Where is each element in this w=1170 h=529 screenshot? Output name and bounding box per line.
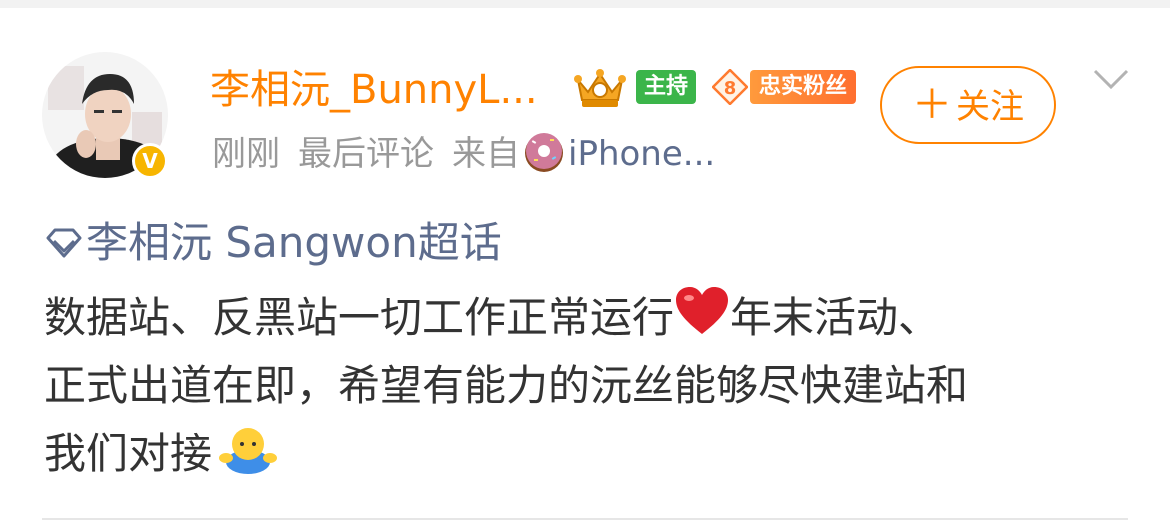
verified-badge: V [132,143,168,179]
content-line-1: 数据站、反黑站一切工作正常运行 年末活动、 [44,284,1134,352]
donut-icon [525,133,563,172]
hug-emoji [219,428,278,474]
plus-icon: ＋ [912,82,952,128]
host-badge[interactable]: 主持 [636,70,696,104]
chevron-down-icon[interactable] [1092,66,1130,92]
heart-emoji [676,287,729,334]
post-time: 刚刚 [212,134,280,174]
source-label: 来自 [452,134,520,174]
top-separator [0,0,1170,8]
post-meta: 刚刚 最后评论 来自 iPhone... [212,128,715,180]
diamond-icon [46,228,82,258]
topic-label: 李相沅 Sangwon超话 [86,218,502,267]
topic-link[interactable]: 李相沅 Sangwon超话 [44,214,502,272]
post-content: 数据站、反黑站一切工作正常运行 年末活动、 正式出道在即，希望有能力的沅丝能够尽… [44,284,1134,488]
username-link[interactable]: 李相沅_BunnyL... [210,62,538,118]
follow-button[interactable]: ＋关注 [880,66,1056,144]
content-line-2: 正式出道在即，希望有能力的沅丝能够尽快建站和 [44,361,969,410]
svg-text:8: 8 [724,78,737,99]
fan-level-icon: 8 [712,69,748,105]
fan-badge-label: 忠实粉丝 [750,70,856,104]
device-link[interactable]: iPhone... [568,134,715,174]
post-activity: 最后评论 [298,134,434,174]
divider [42,518,1128,520]
follow-button-label: 关注 [956,87,1024,127]
fan-badge[interactable]: 8 忠实粉丝 [706,67,858,107]
crown-icon[interactable] [572,66,628,110]
content-line-3: 我们对接 [44,420,1134,488]
